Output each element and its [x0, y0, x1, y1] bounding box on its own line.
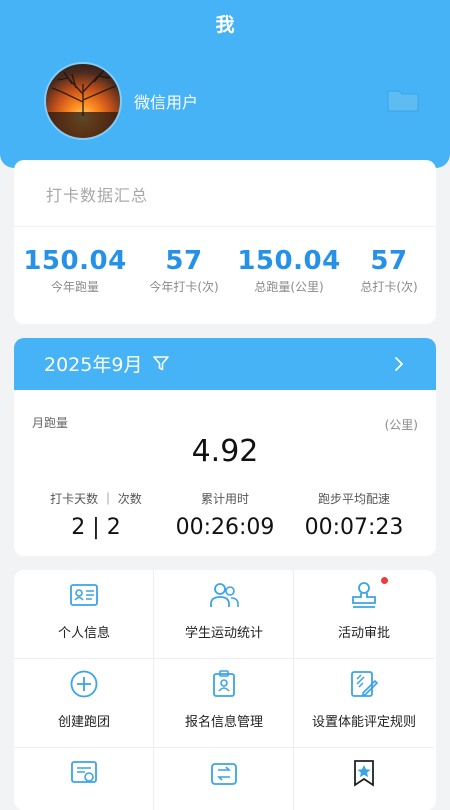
plus-circle-icon [70, 670, 98, 698]
stat-label: 总打卡(次) [360, 280, 418, 294]
menu-item-fitness-rules[interactable]: 设置体能评定规则 [294, 659, 434, 748]
stat-value: 00:26:09 [175, 515, 275, 540]
monthly-stats-card: 2025年9月 月跑量 (公里) 4.92 打卡天数 ｜ 次数 2 | 2 累计… [14, 338, 436, 556]
menu-item-personal-info[interactable]: 个人信息 [14, 570, 154, 659]
stat-value: 57 [165, 246, 203, 276]
page-title: 我 [215, 14, 235, 36]
average-pace: 跑步平均配速 00:07:23 [284, 490, 424, 540]
menu-item-label: 个人信息 [57, 626, 110, 641]
menu-item-certificate[interactable] [14, 748, 154, 810]
menu-item-activity-approval[interactable]: 活动审批 [294, 570, 434, 659]
stat-value: 57 [370, 246, 408, 276]
certificate-icon [71, 761, 97, 783]
unit-label: (公里) [384, 418, 418, 432]
stat-value: 150.04 [237, 246, 341, 276]
divider [14, 226, 436, 227]
monthly-distance-label: 月跑量 [32, 416, 69, 430]
stat-label: 累计用时 [200, 492, 249, 506]
username[interactable]: 微信用户 [134, 89, 198, 113]
checkin-days-count: 打卡天数 ｜ 次数 2 | 2 [26, 490, 166, 540]
function-menu-grid: 个人信息 学生运动统计 活动审批 创建跑团 报名信息管理 设置体能评定规则 [14, 570, 436, 810]
badge-icon [213, 670, 235, 697]
menu-item-label: 学生运动统计 [184, 626, 263, 641]
menu-item-wallet[interactable] [154, 748, 294, 810]
avatar[interactable] [44, 62, 122, 140]
month-title[interactable]: 2025年9月 [44, 350, 142, 377]
menu-item-label: 创建跑团 [57, 715, 110, 730]
menu-item-label: 设置体能评定规则 [311, 715, 416, 730]
stat-label: 今年跑量 [50, 280, 99, 294]
stat-value: 150.04 [23, 246, 127, 276]
menu-item-favorites[interactable] [294, 748, 434, 810]
menu-item-label: 报名信息管理 [184, 715, 263, 730]
stat-label: 打卡天数 ｜ 次数 [50, 492, 142, 506]
summary-title: 打卡数据汇总 [46, 186, 149, 205]
menu-item-label: 活动审批 [337, 626, 390, 641]
filter-icon[interactable] [152, 354, 170, 372]
sunset-avatar-image [46, 69, 120, 138]
stat-year-distance: 150.04 今年跑量 [20, 246, 130, 295]
month-selector-bar[interactable]: 2025年9月 [14, 338, 436, 390]
monthly-distance-value: 4.92 [191, 434, 259, 469]
menu-item-student-stats[interactable]: 学生运动统计 [154, 570, 294, 659]
stamp-icon [352, 582, 376, 608]
edit-rules-icon [351, 671, 379, 697]
stat-total-checkins: 57 总打卡(次) [334, 246, 444, 295]
id-card-icon [70, 584, 98, 606]
checkin-summary-card: 打卡数据汇总 150.04 今年跑量 57 今年打卡(次) 150.04 总跑量… [14, 160, 436, 324]
star-bookmark-icon [354, 760, 374, 787]
profile-header: 我 微信用户 [0, 0, 450, 168]
stat-value: 00:07:23 [304, 515, 404, 540]
stat-label: 今年打卡(次) [149, 280, 219, 294]
total-time: 累计用时 00:26:09 [155, 490, 295, 540]
stat-value: 2 | 2 [71, 515, 121, 540]
wallet-transfer-icon [211, 763, 237, 785]
notification-badge [381, 577, 388, 584]
chevron-right-icon[interactable] [392, 355, 406, 373]
users-icon [210, 583, 239, 607]
stat-label: 跑步平均配速 [317, 492, 390, 506]
stat-year-checkins: 57 今年打卡(次) [129, 246, 239, 295]
stat-total-distance: 150.04 总跑量(公里) [234, 246, 344, 295]
menu-item-create-team[interactable]: 创建跑团 [14, 659, 154, 748]
menu-item-registration-management[interactable]: 报名信息管理 [154, 659, 294, 748]
stat-label: 总跑量(公里) [254, 280, 324, 294]
folder-icon[interactable] [386, 85, 420, 113]
